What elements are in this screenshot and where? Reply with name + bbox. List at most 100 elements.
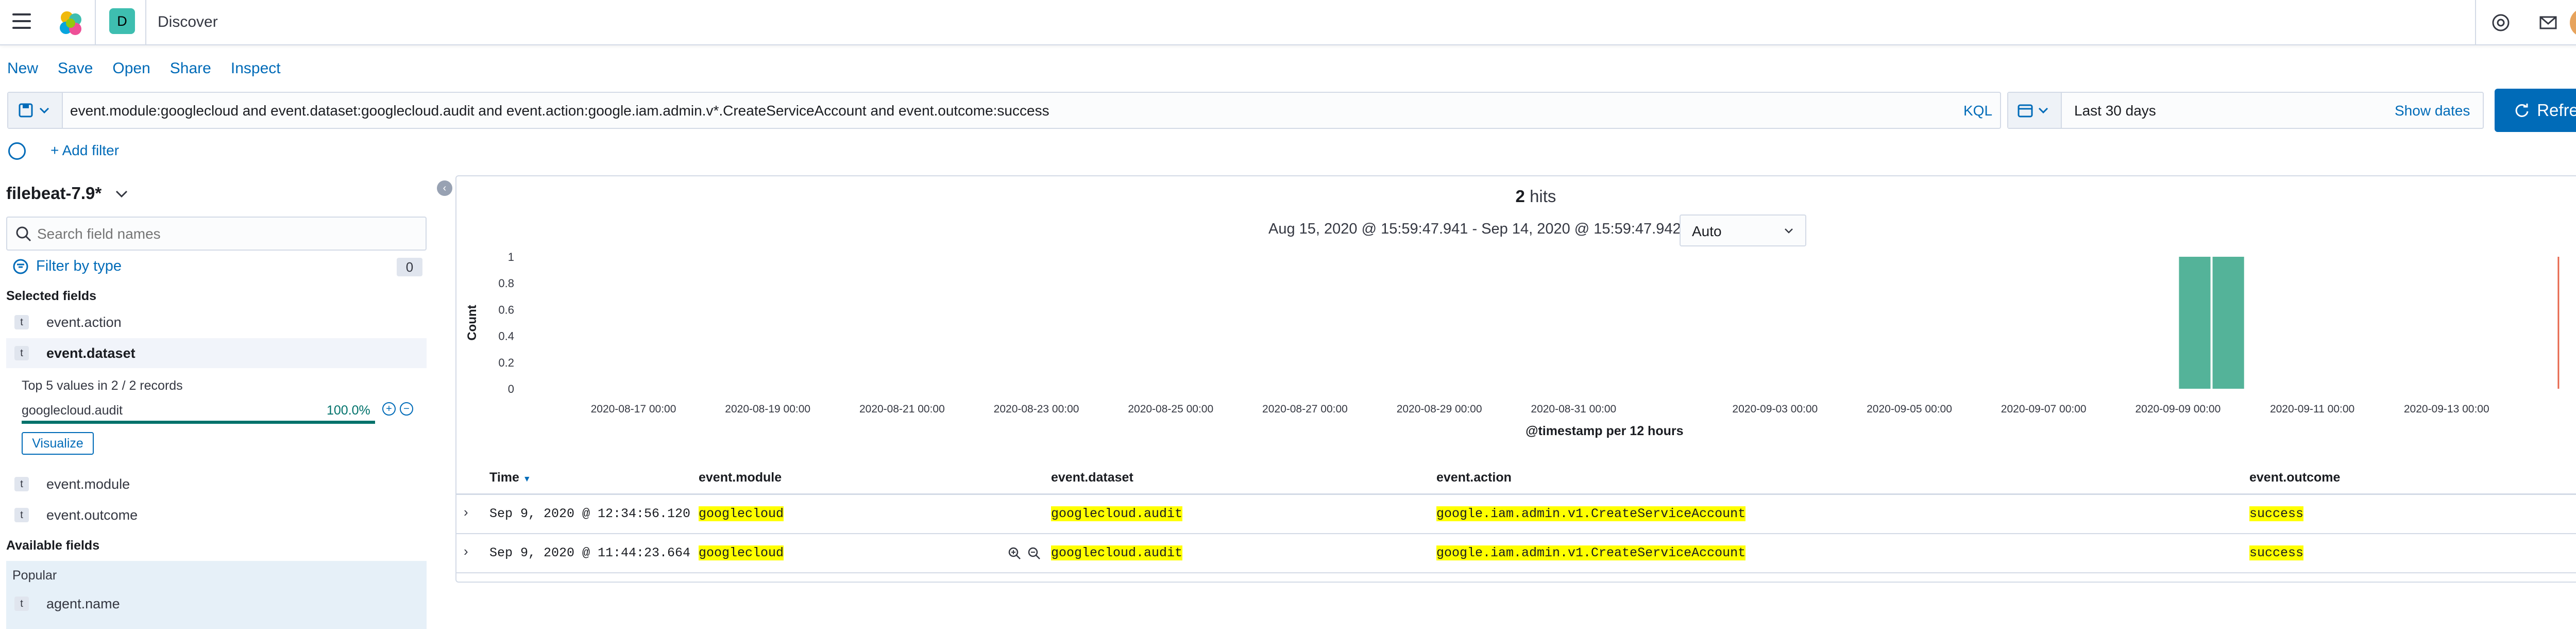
string-type-icon: t (14, 315, 29, 329)
x-tick-label: 2020-09-11 00:00 (2270, 403, 2354, 415)
header-divider (2475, 0, 2476, 45)
quick-menu-button[interactable] (2008, 93, 2062, 128)
field-name: agent.name (46, 595, 120, 611)
interval-select[interactable]: Auto (1680, 214, 1806, 246)
field-search[interactable] (6, 217, 427, 251)
field-name: event.dataset (46, 345, 135, 361)
string-type-icon: t (14, 346, 29, 360)
x-tick-label: 2020-08-21 00:00 (859, 403, 945, 415)
field-item-agent-name[interactable]: t agent.name (6, 589, 427, 619)
y-tick-label: 1 (508, 251, 514, 263)
field-item-event-module[interactable]: t event.module (6, 469, 427, 499)
x-tick-label: 2020-09-07 00:00 (2001, 403, 2087, 415)
table-row[interactable]: › Sep 9, 2020 @ 11:44:23.664 googlecloud… (456, 534, 2576, 573)
search-icon (16, 226, 31, 242)
cell-event-module: googlecloud (699, 545, 784, 560)
share-button[interactable]: Share (170, 60, 211, 77)
add-filter-button[interactable]: + Add filter (50, 142, 119, 159)
new-button[interactable]: New (7, 60, 38, 77)
top-value-bar-fill (22, 421, 375, 424)
cell-event-module: googlecloud (699, 506, 784, 521)
hits-label: hits (1530, 187, 1556, 206)
x-tick-label: 2020-08-31 00:00 (1531, 403, 1616, 415)
filter-count-badge: 0 (397, 258, 422, 276)
hits-count: 2 hits (456, 187, 2576, 206)
filter-by-type-label: Filter by type (36, 258, 122, 274)
histogram-bar (2212, 257, 2244, 389)
column-header-event-action[interactable]: event.action (1436, 470, 1512, 485)
user-avatar[interactable]: e (2570, 8, 2576, 37)
open-button[interactable]: Open (112, 60, 150, 77)
column-header-event-dataset[interactable]: event.dataset (1051, 470, 1133, 485)
sort-desc-icon[interactable]: ▼ (523, 475, 531, 484)
kql-button[interactable]: KQL (1963, 103, 1992, 119)
expand-row-icon[interactable]: › (464, 504, 468, 520)
x-tick-label: 2020-08-17 00:00 (591, 403, 676, 415)
collapse-sidebar-button[interactable]: ‹ (437, 180, 452, 196)
time-range-label: Aug 15, 2020 @ 15:59:47.941 - Sep 14, 20… (1268, 221, 1681, 237)
zoom-out-icon[interactable] (1027, 547, 1041, 560)
field-name: event.action (46, 314, 122, 330)
y-axis-label: Count (465, 305, 479, 340)
available-fields-title: Available fields (6, 538, 100, 553)
chevron-down-icon (116, 190, 128, 198)
visualize-button[interactable]: Visualize (22, 432, 94, 455)
histogram-chart[interactable]: 0 0.2 0.4 0.6 0.8 1 Count 2020-08-17 00:00 2020-… (456, 249, 2576, 455)
x-axis-label: @timestamp per 12 hours (1526, 424, 1683, 438)
expand-row-icon[interactable]: › (464, 543, 468, 559)
table-header: Time ▼ event.module event.dataset event.… (456, 459, 2576, 495)
top-values-label: Top 5 values in 2 / 2 records (22, 378, 183, 393)
refresh-label: Refresh (2537, 101, 2576, 120)
table-row[interactable]: › Sep 9, 2020 @ 12:34:56.120 googlecloud… (456, 495, 2576, 534)
mail-icon[interactable] (2537, 11, 2560, 34)
string-type-icon: t (14, 508, 29, 522)
help-icon[interactable] (2489, 11, 2512, 34)
date-range-text[interactable]: Last 30 days (2074, 103, 2156, 119)
filter-by-type-button[interactable]: Filter by type (12, 258, 122, 275)
filter-out-value-icon[interactable]: − (400, 402, 413, 416)
filter-for-value-icon[interactable]: + (382, 402, 396, 416)
field-item-event-outcome[interactable]: t event.outcome (6, 500, 427, 530)
query-input[interactable]: event.module:googlecloud and event.datas… (7, 92, 2001, 129)
show-dates-button[interactable]: Show dates (2395, 103, 2470, 119)
field-item-event-action[interactable]: t event.action (6, 307, 427, 337)
filter-menu-icon[interactable] (8, 142, 26, 160)
selected-fields-title: Selected fields (6, 289, 97, 303)
inspect-button[interactable]: Inspect (231, 60, 281, 77)
cell-time: Sep 9, 2020 @ 12:34:56.120 (489, 506, 691, 521)
refresh-button[interactable]: Refresh (2495, 89, 2576, 132)
top-value-percent: 100.0% (327, 403, 370, 418)
top-header: D Discover e (0, 0, 2576, 45)
x-tick-label: 2020-08-19 00:00 (725, 403, 810, 415)
x-tick-label: 2020-09-05 00:00 (1867, 403, 1952, 415)
filter-icon (13, 259, 28, 274)
zoom-in-icon[interactable] (1008, 547, 1021, 560)
results-panel: 2 hits Aug 15, 2020 @ 15:59:47.941 - Sep… (455, 175, 2576, 583)
y-tick-label: 0.2 (498, 356, 514, 369)
cell-event-action: google.iam.admin.v1.CreateServiceAccount (1436, 545, 1746, 560)
column-header-time[interactable]: Time ▼ (489, 470, 531, 485)
field-details-panel: Top 5 values in 2 / 2 records googleclou… (6, 371, 427, 464)
x-tick-label: 2020-09-13 00:00 (2404, 403, 2489, 415)
save-button[interactable]: Save (58, 60, 93, 77)
x-tick-label: 2020-09-09 00:00 (2135, 403, 2221, 415)
elastic-logo-icon[interactable] (56, 8, 86, 38)
index-pattern-selector[interactable]: filebeat-7.9* (6, 184, 129, 203)
field-item-event-dataset[interactable]: t event.dataset (6, 338, 427, 368)
menu-icon[interactable] (12, 13, 31, 29)
x-tick-label: 2020-08-27 00:00 (1262, 403, 1348, 415)
string-type-icon: t (14, 597, 29, 611)
search-input[interactable] (37, 225, 418, 243)
refresh-icon (2515, 104, 2529, 117)
top-value-name: googlecloud.audit (22, 403, 123, 418)
space-avatar[interactable]: D (109, 8, 135, 34)
cell-event-outcome: success (2249, 545, 2304, 560)
cell-event-outcome: success (2249, 506, 2304, 521)
column-header-event-outcome[interactable]: event.outcome (2249, 470, 2340, 485)
column-header-event-module[interactable]: event.module (699, 470, 782, 485)
saved-query-button[interactable] (8, 93, 63, 128)
column-header-label: Time (489, 470, 519, 485)
y-tick-label: 0.8 (498, 277, 514, 290)
query-text[interactable]: event.module:googlecloud and event.datas… (70, 103, 1049, 119)
date-picker[interactable]: Last 30 days Show dates (2007, 92, 2484, 129)
